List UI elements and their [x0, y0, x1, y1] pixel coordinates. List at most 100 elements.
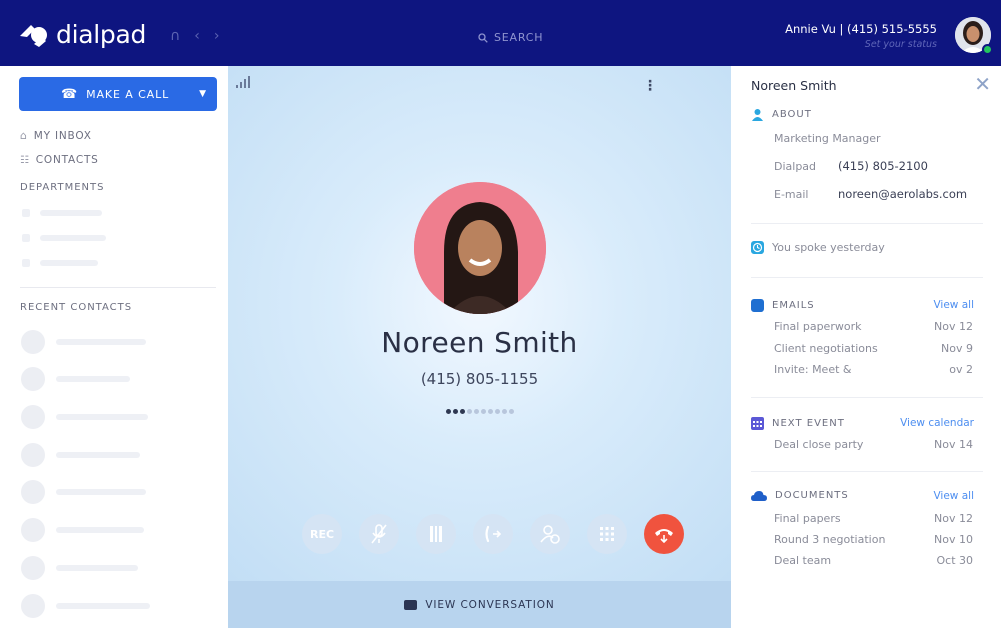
transfer-icon [485, 525, 502, 543]
active-call-view: ⋮ Noreen Smith (415) 805-1155 REC VIEW C… [228, 66, 731, 628]
email-date: ov 2 [949, 363, 973, 376]
sidebar-item-label: CONTACTS [35, 154, 99, 166]
dialpad-key: Dialpad [774, 160, 817, 173]
contact-avatar [21, 556, 45, 580]
contact-avatar [21, 594, 45, 618]
hangup-icon [655, 529, 673, 543]
recent-contact-item[interactable] [56, 603, 150, 609]
keypad-button[interactable] [587, 514, 627, 554]
more-options-icon[interactable]: ⋮ [643, 78, 657, 94]
nav-controls: ∩ ‹ › [170, 28, 219, 44]
hold-button[interactable] [416, 514, 456, 554]
about-label: ABOUT [772, 109, 812, 120]
brand-name: dialpad [56, 20, 147, 49]
presence-indicator [982, 44, 993, 55]
email-subject[interactable]: Invite: Meet & [774, 363, 851, 376]
search-label: SEARCH [494, 31, 544, 44]
mute-icon [371, 524, 387, 544]
email-date: Nov 9 [941, 342, 973, 355]
caller-name: Noreen Smith [381, 326, 578, 359]
dialpad-number[interactable]: (415) 805-2100 [838, 159, 928, 173]
dialpad-app: dialpad ∩ ‹ › SEARCH Annie Vu | (415) 51… [0, 0, 1001, 628]
recent-contact-item[interactable] [56, 376, 130, 382]
sidebar-item-inbox[interactable]: ⌂ MY INBOX [20, 129, 92, 142]
view-conversation-label: VIEW CONVERSATION [425, 598, 555, 611]
hangup-button[interactable] [644, 514, 684, 554]
panel-title: Noreen Smith [751, 78, 837, 93]
documents-view-all-link[interactable]: View all [933, 490, 974, 502]
recent-contact-item[interactable] [56, 452, 140, 458]
clock-icon [751, 241, 764, 254]
event-name[interactable]: Deal close party [774, 438, 863, 451]
record-button[interactable]: REC [302, 514, 342, 554]
call-progress-dots [446, 409, 514, 414]
recent-contact-item[interactable] [56, 414, 148, 420]
top-bar: dialpad ∩ ‹ › SEARCH Annie Vu | (415) 51… [0, 0, 1001, 66]
recent-contact-item[interactable] [56, 565, 138, 571]
inbox-icon: ⌂ [20, 129, 28, 142]
recent-contact-item[interactable] [56, 489, 146, 495]
user-info[interactable]: Annie Vu | (415) 515-5555 Set your statu… [785, 22, 937, 50]
add-caller-button[interactable] [530, 514, 570, 554]
sidebar-item-label: MY INBOX [33, 129, 92, 142]
documents-heading: DOCUMENTS [751, 490, 849, 501]
document-name[interactable]: Round 3 negotiation [774, 533, 885, 546]
contact-avatar [21, 367, 45, 391]
mute-button[interactable] [359, 514, 399, 554]
recent-contact-item[interactable] [56, 527, 144, 533]
keypad-icon [600, 527, 614, 541]
make-call-button[interactable]: ☎ MAKE A CALL ▼ [19, 77, 217, 111]
rec-icon: REC [309, 527, 335, 541]
about-heading: ABOUT [751, 108, 812, 121]
email-date: Nov 12 [934, 320, 973, 333]
back-arrow-icon[interactable]: ‹ [194, 28, 200, 44]
view-conversation-button[interactable]: VIEW CONVERSATION [228, 581, 731, 628]
dialpad-logo[interactable]: dialpad [18, 20, 146, 49]
transfer-button[interactable] [473, 514, 513, 554]
department-item[interactable] [40, 260, 98, 266]
outlook-icon [751, 299, 764, 312]
panel-divider [751, 223, 983, 224]
status-input[interactable]: Set your status [785, 39, 937, 50]
search-icon [478, 32, 488, 43]
next-event-heading: NEXT EVENT [751, 417, 845, 430]
caller-number: (415) 805-1155 [420, 370, 539, 388]
document-name[interactable]: Final papers [774, 512, 841, 525]
close-icon[interactable]: ✕ [974, 74, 991, 94]
event-date: Nov 14 [934, 438, 973, 451]
department-icon [22, 259, 30, 267]
signal-strength-icon [236, 76, 250, 91]
headset-icon[interactable]: ∩ [170, 28, 180, 44]
email-key: E-mail [774, 188, 809, 201]
phone-icon: ☎ [61, 86, 79, 102]
department-icon [22, 234, 30, 242]
document-date: Nov 10 [934, 533, 973, 546]
view-calendar-link[interactable]: View calendar [900, 417, 974, 429]
email-subject[interactable]: Client negotiations [774, 342, 878, 355]
caller-photo [414, 182, 546, 314]
chevron-down-icon[interactable]: ▼ [199, 89, 207, 99]
emails-view-all-link[interactable]: View all [933, 299, 974, 311]
email-subject[interactable]: Final paperwork [774, 320, 861, 333]
person-icon [752, 109, 763, 121]
sidebar: ☎ MAKE A CALL ▼ ⌂ MY INBOX ☷ CONTACTS DE… [0, 66, 228, 628]
hold-icon [430, 526, 442, 542]
recent-contact-item[interactable] [56, 339, 146, 345]
cloud-icon [751, 491, 767, 501]
department-item[interactable] [40, 210, 102, 216]
department-item[interactable] [40, 235, 106, 241]
call-controls: REC [302, 514, 684, 554]
documents-label: DOCUMENTS [775, 490, 849, 501]
contact-avatar [21, 518, 45, 542]
emails-heading: EMAILS [751, 299, 815, 312]
document-name[interactable]: Deal team [774, 554, 831, 567]
email-address[interactable]: noreen@aerolabs.com [838, 187, 967, 201]
forward-arrow-icon[interactable]: › [214, 28, 220, 44]
search-bar[interactable]: SEARCH [478, 31, 543, 44]
contact-avatar [21, 443, 45, 467]
contact-avatar [21, 405, 45, 429]
recent-contacts-heading: RECENT CONTACTS [20, 302, 133, 313]
sidebar-item-contacts[interactable]: ☷ CONTACTS [20, 154, 99, 166]
department-icon [22, 209, 30, 217]
last-interaction: You spoke yesterday [751, 241, 885, 254]
